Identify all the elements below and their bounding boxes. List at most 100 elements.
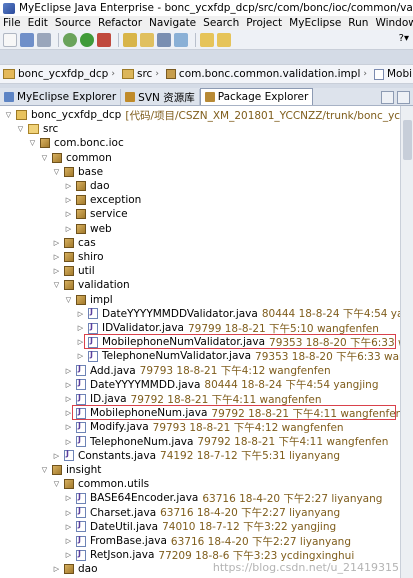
- open-type-icon[interactable]: [123, 32, 137, 47]
- menu-refactor[interactable]: Refactor: [98, 17, 142, 29]
- tree-item[interactable]: ▷ DateYYYYMMDDValidator.java80444 18-8-24…: [0, 307, 400, 321]
- tree-item[interactable]: ▷ service: [0, 207, 128, 221]
- tree-item[interactable]: ▷ Add.java79793 18-8-21 下午4:12 wangfenfen: [0, 364, 331, 378]
- save-icon[interactable]: [20, 32, 34, 47]
- collapsed-twistie-icon[interactable]: ▷: [64, 182, 73, 191]
- collapsed-twistie-icon[interactable]: ▷: [64, 537, 73, 546]
- collapsed-twistie-icon[interactable]: ▷: [64, 395, 73, 404]
- tree-item[interactable]: ▷ FromBase.java63716 18-4-20 下午2:27 liyan…: [0, 534, 351, 548]
- collapsed-twistie-icon[interactable]: ▷: [64, 494, 73, 503]
- tree-item[interactable]: ▽ com.bonc.ioc: [0, 136, 124, 150]
- svn-decoration: 74010 18-7-12 下午3:22 yangjing: [162, 521, 337, 534]
- tree-item[interactable]: ▽ validation: [0, 278, 130, 292]
- tree-item[interactable]: ▷ Constants.java74192 18-7-12 下午5:31 liya…: [0, 449, 340, 463]
- expanded-twistie-icon[interactable]: ▽: [28, 139, 37, 148]
- tree-item[interactable]: ▷IDValidator.java79799 18-8-21 下午5:10 wa…: [0, 321, 379, 335]
- tree-item[interactable]: ▷ dao: [0, 179, 110, 193]
- collapsed-twistie-icon[interactable]: ▷: [64, 508, 73, 517]
- tree-item[interactable]: ▽ src: [0, 122, 59, 136]
- tree-item[interactable]: ▽ common.utils: [0, 477, 149, 491]
- vertical-scrollbar[interactable]: [400, 106, 413, 578]
- expanded-twistie-icon[interactable]: ▽: [40, 466, 49, 475]
- breadcrumb-package[interactable]: com.bonc.common.validation.impl ›: [165, 68, 370, 80]
- tree-item[interactable]: ▷ Modify.java79793 18-8-21 下午4:12 wangfen…: [0, 420, 344, 434]
- link-with-editor-icon[interactable]: [397, 90, 410, 104]
- expanded-twistie-icon[interactable]: ▽: [52, 167, 61, 176]
- expanded-twistie-icon[interactable]: ▽: [4, 111, 13, 120]
- collapsed-twistie-icon[interactable]: ▷: [64, 437, 73, 446]
- expanded-twistie-icon[interactable]: ▽: [16, 125, 25, 134]
- package-icon: [64, 266, 74, 277]
- deploy-icon[interactable]: [174, 32, 188, 47]
- run-icon[interactable]: [80, 32, 94, 47]
- expanded-twistie-icon[interactable]: ▽: [40, 153, 49, 162]
- tree-item[interactable]: ▽ common: [0, 151, 112, 165]
- collapsed-twistie-icon[interactable]: ▷: [52, 451, 61, 460]
- external-tools-icon[interactable]: [97, 32, 111, 47]
- collapsed-twistie-icon[interactable]: ▷: [76, 352, 85, 361]
- tree-item[interactable]: ▽ bonc_ycxfdp_dcp [代码/项目/CSZN_XM_201801_YC…: [0, 108, 400, 122]
- tree-item[interactable]: ▷ web: [0, 222, 112, 236]
- server-icon[interactable]: [157, 32, 171, 47]
- collapsed-twistie-icon[interactable]: ▷: [52, 267, 61, 276]
- menu-edit[interactable]: Edit: [28, 17, 48, 29]
- svn-decoration: 80444 18-8-24 下午4:54 yangjing: [261, 308, 400, 321]
- forward-icon[interactable]: [217, 32, 231, 47]
- collapsed-twistie-icon[interactable]: ▷: [76, 324, 85, 333]
- tree-item[interactable]: ▷ DateUtil.java74010 18-7-12 下午3:22 yangj…: [0, 520, 336, 534]
- collapsed-twistie-icon[interactable]: ▷: [64, 196, 73, 205]
- tree-item[interactable]: ▷ cas: [0, 236, 96, 250]
- menu-run[interactable]: Run: [348, 17, 368, 29]
- collapsed-twistie-icon[interactable]: ▷: [76, 309, 85, 318]
- menu-navigate[interactable]: Navigate: [149, 17, 196, 29]
- tree-item[interactable]: ▽ insight: [0, 463, 102, 477]
- collapsed-twistie-icon[interactable]: ▷: [64, 380, 73, 389]
- new-icon[interactable]: [3, 32, 17, 47]
- toolbar-separator: [58, 32, 59, 47]
- debug-icon[interactable]: [63, 32, 77, 47]
- breadcrumb-src[interactable]: src ›: [121, 68, 162, 80]
- collapsed-twistie-icon[interactable]: ▷: [64, 366, 73, 375]
- help-indicator[interactable]: ?▾: [399, 33, 409, 44]
- breadcrumb-project[interactable]: bonc_ycxfdp_dcp ›: [3, 68, 118, 80]
- expanded-twistie-icon[interactable]: ▽: [64, 295, 73, 304]
- collapsed-twistie-icon[interactable]: ▷: [64, 522, 73, 531]
- tree-item[interactable]: ▷ exception: [0, 193, 142, 207]
- tree-item[interactable]: ▷ Charset.java63716 18-4-20 下午2:27 liyany…: [0, 506, 340, 520]
- menu-myeclipse[interactable]: MyEclipse: [289, 17, 341, 29]
- collapsed-twistie-icon[interactable]: ▷: [64, 224, 73, 233]
- collapsed-twistie-icon[interactable]: ▷: [64, 551, 73, 560]
- tree-item[interactable]: ▷ util: [0, 264, 95, 278]
- tab-package-explorer[interactable]: Package Explorer: [199, 88, 314, 105]
- tab-svn-repository[interactable]: SVN 资源库: [121, 89, 200, 105]
- tree-item[interactable]: ▷ DateYYYYMMDD.java80444 18-8-24 下午4:54 y…: [0, 378, 379, 392]
- tree-item[interactable]: ▷ TelephoneNum.java79792 18-8-21 下午4:11 w…: [0, 435, 389, 449]
- menu-file[interactable]: File: [3, 17, 21, 29]
- collapsed-twistie-icon[interactable]: ▷: [64, 210, 73, 219]
- menu-project[interactable]: Project: [246, 17, 282, 29]
- tree-item[interactable]: ▷ID.java79792 18-8-21 下午4:11 wangfenfen: [0, 392, 322, 406]
- tree-item[interactable]: ▽ base: [0, 165, 103, 179]
- tab-myeclipse-explorer[interactable]: MyEclipse Explorer: [0, 89, 122, 105]
- print-icon[interactable]: [37, 32, 51, 47]
- breadcrumb-class[interactable]: MobilephoneNum: [373, 68, 413, 80]
- expanded-twistie-icon[interactable]: ▽: [52, 480, 61, 489]
- expanded-twistie-icon[interactable]: ▽: [52, 281, 61, 290]
- collapsed-twistie-icon[interactable]: ▷: [64, 423, 73, 432]
- tree-item[interactable]: ▽ impl: [0, 293, 113, 307]
- collapsed-twistie-icon[interactable]: ▷: [52, 238, 61, 247]
- menu-search[interactable]: Search: [203, 17, 239, 29]
- menu-window[interactable]: Window: [375, 17, 413, 29]
- tree-item[interactable]: ▷ TelephoneNumValidator.java79353 18-8-20…: [0, 349, 400, 363]
- tree-item[interactable]: ▷ BASE64Encoder.java63716 18-4-20 下午2:27 …: [0, 491, 383, 505]
- back-icon[interactable]: [200, 32, 214, 47]
- search-icon[interactable]: [140, 32, 154, 47]
- menu-bar: File Edit Source Refactor Navigate Search Proj…: [0, 16, 413, 30]
- collapsed-twistie-icon[interactable]: ▷: [52, 253, 61, 262]
- menu-source[interactable]: Source: [55, 17, 91, 29]
- collapse-all-icon[interactable]: [381, 90, 394, 104]
- scrollbar-thumb[interactable]: [403, 120, 412, 160]
- tree-item[interactable]: ▷ dao: [0, 562, 98, 576]
- tree-item[interactable]: ▷ shiro: [0, 250, 104, 264]
- collapsed-twistie-icon[interactable]: ▷: [52, 565, 61, 574]
